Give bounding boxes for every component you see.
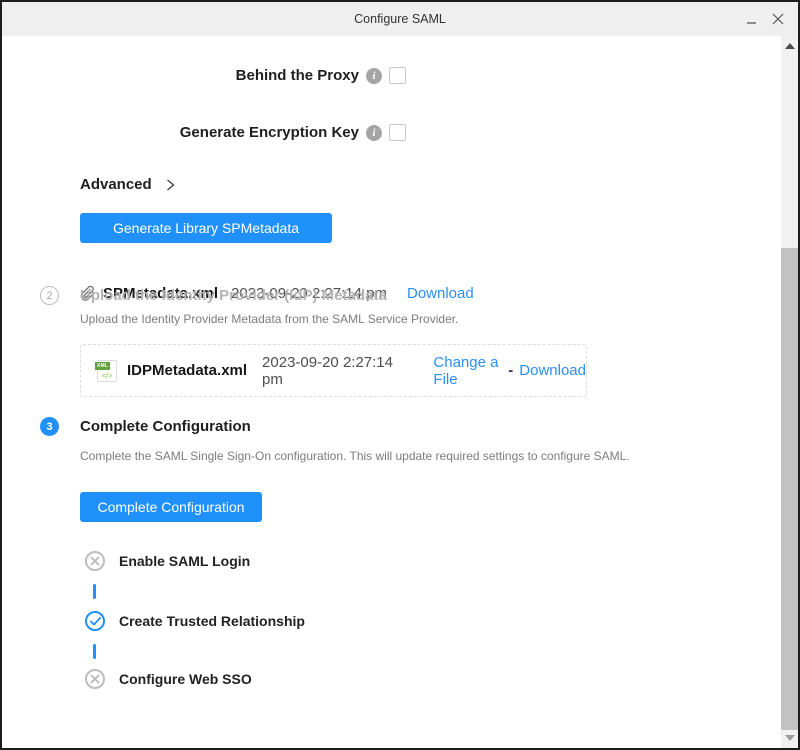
titlebar: Configure SAML — [2, 2, 798, 36]
behind-proxy-row: Behind the Proxy i — [2, 67, 406, 84]
spmetadata-download-link[interactable]: Download — [407, 285, 474, 302]
minimize-button[interactable] — [744, 11, 760, 27]
advanced-label: Advanced — [80, 176, 152, 193]
generate-spmetadata-button[interactable]: Generate Library SPMetadata — [80, 213, 332, 243]
idp-download-link[interactable]: Download — [519, 362, 586, 379]
generate-key-checkbox[interactable] — [389, 124, 406, 141]
step3-description: Complete the SAML Single Sign-On configu… — [80, 449, 630, 463]
status-enable-saml-login: Enable SAML Login — [85, 551, 250, 571]
link-separator: - — [508, 362, 513, 379]
step2-number-badge: 2 — [40, 286, 59, 305]
dialog-title: Configure SAML — [354, 12, 446, 26]
status-connector — [93, 584, 96, 599]
info-icon[interactable]: i — [366, 125, 382, 141]
behind-proxy-label: Behind the Proxy — [236, 67, 359, 84]
complete-configuration-button[interactable]: Complete Configuration — [80, 492, 262, 522]
dialog-body: Behind the Proxy i Generate Encryption K… — [2, 36, 798, 748]
configure-saml-dialog: Configure SAML Behind the Proxy i — [0, 0, 800, 750]
idp-file-links: Change a File - Download — [433, 354, 586, 388]
status-configure-web-sso: Configure Web SSO — [85, 669, 252, 689]
close-icon — [771, 12, 785, 26]
vertical-scrollbar[interactable] — [781, 36, 798, 748]
status-connector — [93, 644, 96, 659]
step3-header: 3 Complete Configuration — [40, 417, 251, 436]
scroll-down-arrow-icon[interactable] — [785, 735, 795, 741]
xml-file-icon: XML </> — [97, 360, 117, 382]
advanced-toggle[interactable]: Advanced — [80, 176, 175, 193]
idp-metadata-filename: IDPMetadata.xml — [127, 362, 247, 379]
step3-title: Complete Configuration — [80, 418, 251, 435]
idp-metadata-timestamp: 2023-09-20 2:27:14 pm — [262, 354, 396, 388]
scrollbar-thumb[interactable] — [781, 248, 798, 730]
status-cross-icon — [85, 551, 105, 571]
generate-key-row: Generate Encryption Key i — [2, 124, 406, 141]
close-button[interactable] — [770, 11, 786, 27]
generate-key-label: Generate Encryption Key — [180, 124, 359, 141]
status-cross-icon — [85, 669, 105, 689]
behind-proxy-checkbox[interactable] — [389, 67, 406, 84]
step2-description: Upload the Identity Provider Metadata fr… — [80, 312, 458, 326]
step3-number-badge: 3 — [40, 417, 59, 436]
chevron-right-icon — [166, 179, 175, 191]
minimize-icon — [746, 13, 758, 25]
status-check-icon — [85, 611, 105, 631]
change-file-link[interactable]: Change a File — [433, 354, 502, 388]
window-controls — [744, 2, 786, 36]
step2-title: Upload the Identity Provider (IdP) Metad… — [80, 287, 387, 304]
info-icon[interactable]: i — [366, 68, 382, 84]
status-create-trusted-relationship: Create Trusted Relationship — [85, 611, 305, 631]
idp-metadata-file-box: XML </> IDPMetadata.xml 2023-09-20 2:27:… — [80, 344, 587, 397]
scroll-up-arrow-icon[interactable] — [785, 43, 795, 49]
step2-header: 2 Upload the Identity Provider (IdP) Met… — [40, 286, 387, 305]
